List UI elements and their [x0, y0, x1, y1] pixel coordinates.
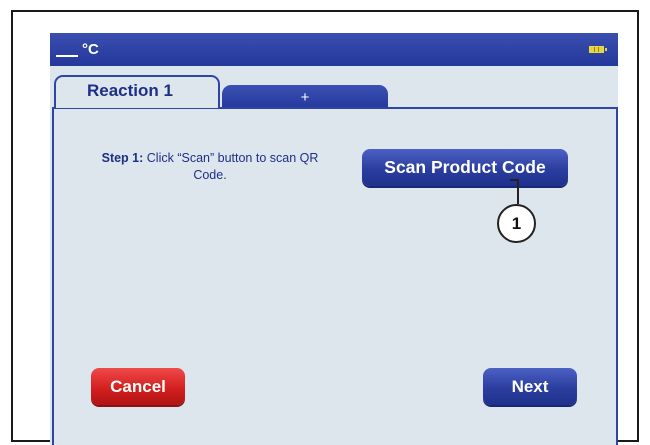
- battery-icon: [589, 46, 607, 53]
- scan-product-code-button[interactable]: Scan Product Code: [362, 149, 568, 186]
- temperature-readout: °C: [56, 36, 99, 64]
- step-instruction: Step 1: Click “Scan” button to scan QR C…: [90, 150, 330, 184]
- callout-number: 1: [497, 204, 536, 243]
- cancel-button[interactable]: Cancel: [91, 368, 185, 405]
- status-bar: °C: [50, 33, 618, 66]
- tab-reaction-1[interactable]: Reaction 1: [54, 75, 220, 108]
- next-button[interactable]: Next: [483, 368, 577, 405]
- tab-add-reaction[interactable]: +: [222, 85, 388, 108]
- callout-leader-line: [517, 179, 519, 204]
- step-label: Step 1:: [101, 151, 144, 165]
- device-screen: °C + Reaction 1 Step 1: Click “Scan” but…: [50, 33, 618, 445]
- battery-segment: [598, 47, 599, 52]
- battery-segment: [594, 47, 595, 52]
- temperature-placeholder-dash: [56, 55, 78, 57]
- step-text: Click “Scan” button to scan QR Code.: [146, 151, 319, 182]
- figure-frame: °C + Reaction 1 Step 1: Click “Scan” but…: [11, 10, 639, 445]
- temperature-unit: °C: [82, 41, 99, 58]
